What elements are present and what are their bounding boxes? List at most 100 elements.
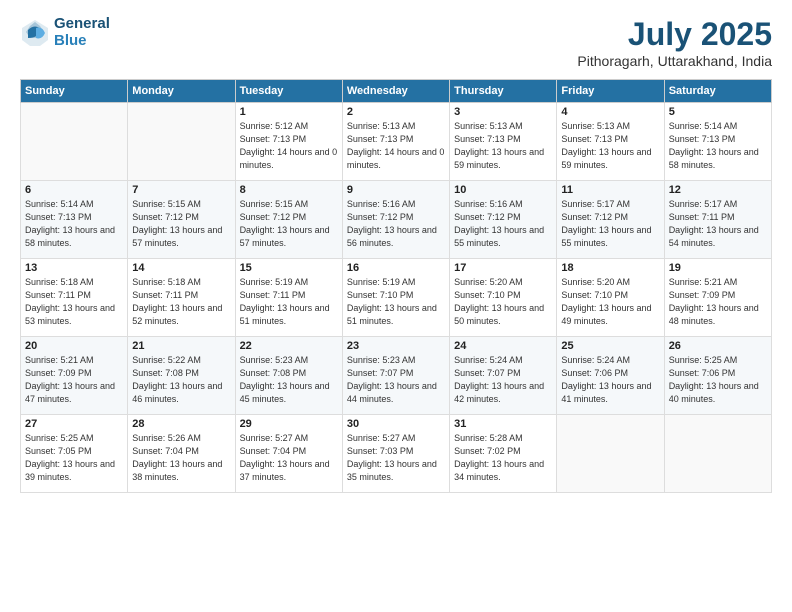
day-detail: Sunrise: 5:26 AMSunset: 7:04 PMDaylight:… bbox=[132, 432, 230, 484]
day-detail: Sunrise: 5:19 AMSunset: 7:10 PMDaylight:… bbox=[347, 276, 445, 328]
day-detail: Sunrise: 5:14 AMSunset: 7:13 PMDaylight:… bbox=[669, 120, 767, 172]
day-detail: Sunrise: 5:13 AMSunset: 7:13 PMDaylight:… bbox=[454, 120, 552, 172]
day-number: 20 bbox=[25, 340, 123, 352]
weekday-header-wednesday: Wednesday bbox=[342, 80, 449, 103]
day-number: 1 bbox=[240, 106, 338, 118]
day-number: 11 bbox=[561, 184, 659, 196]
day-detail: Sunrise: 5:23 AMSunset: 7:08 PMDaylight:… bbox=[240, 354, 338, 406]
page: General Blue July 2025 Pithoragarh, Utta… bbox=[0, 0, 792, 612]
month-title: July 2025 bbox=[577, 16, 772, 53]
weekday-header-thursday: Thursday bbox=[450, 80, 557, 103]
day-number: 12 bbox=[669, 184, 767, 196]
calendar-cell: 30Sunrise: 5:27 AMSunset: 7:03 PMDayligh… bbox=[342, 415, 449, 493]
calendar-cell: 27 Sunrise: 5:25 AMSunset: 7:05 PMDayligh… bbox=[21, 415, 128, 493]
day-detail: Sunrise: 5:25 AMSunset: 7:05 PMDaylight:… bbox=[25, 432, 123, 484]
calendar-cell: 4Sunrise: 5:13 AMSunset: 7:13 PMDaylight… bbox=[557, 103, 664, 181]
day-detail: Sunrise: 5:14 AMSunset: 7:13 PMDaylight:… bbox=[25, 198, 123, 250]
weekday-header-row: SundayMondayTuesdayWednesdayThursdayFrid… bbox=[21, 80, 772, 103]
day-number: 14 bbox=[132, 262, 230, 274]
logo-text: General Blue bbox=[54, 16, 110, 49]
week-row-3: 13 Sunrise: 5:18 AMSunset: 7:11 PMDayligh… bbox=[21, 259, 772, 337]
day-detail: Sunrise: 5:20 AMSunset: 7:10 PMDaylight:… bbox=[454, 276, 552, 328]
calendar-cell: 18 Sunrise: 5:20 AMSunset: 7:10 PMDayligh… bbox=[557, 259, 664, 337]
day-detail: Sunrise: 5:18 AMSunset: 7:11 PMDaylight:… bbox=[25, 276, 123, 328]
day-number: 2 bbox=[347, 106, 445, 118]
day-detail: Sunrise: 5:24 AMSunset: 7:06 PMDaylight:… bbox=[561, 354, 659, 406]
calendar-cell: 26 Sunrise: 5:25 AMSunset: 7:06 PMDayligh… bbox=[664, 337, 771, 415]
day-number: 29 bbox=[240, 418, 338, 430]
weekday-header-friday: Friday bbox=[557, 80, 664, 103]
day-number: 24 bbox=[454, 340, 552, 352]
day-number: 5 bbox=[669, 106, 767, 118]
day-detail: Sunrise: 5:25 AMSunset: 7:06 PMDaylight:… bbox=[669, 354, 767, 406]
header: General Blue July 2025 Pithoragarh, Utta… bbox=[20, 16, 772, 69]
calendar-cell: 29 Sunrise: 5:27 AMSunset: 7:04 PMDayligh… bbox=[235, 415, 342, 493]
day-detail: Sunrise: 5:18 AMSunset: 7:11 PMDaylight:… bbox=[132, 276, 230, 328]
calendar-cell: 15Sunrise: 5:19 AMSunset: 7:11 PMDayligh… bbox=[235, 259, 342, 337]
day-number: 10 bbox=[454, 184, 552, 196]
day-number: 22 bbox=[240, 340, 338, 352]
day-detail: Sunrise: 5:15 AMSunset: 7:12 PMDaylight:… bbox=[132, 198, 230, 250]
calendar-cell: 11 Sunrise: 5:17 AMSunset: 7:12 PMDayligh… bbox=[557, 181, 664, 259]
week-row-5: 27 Sunrise: 5:25 AMSunset: 7:05 PMDayligh… bbox=[21, 415, 772, 493]
day-number: 27 bbox=[25, 418, 123, 430]
calendar-cell: 12 Sunrise: 5:17 AMSunset: 7:11 PMDayligh… bbox=[664, 181, 771, 259]
weekday-header-monday: Monday bbox=[128, 80, 235, 103]
day-number: 3 bbox=[454, 106, 552, 118]
day-detail: Sunrise: 5:21 AMSunset: 7:09 PMDaylight:… bbox=[25, 354, 123, 406]
weekday-header-saturday: Saturday bbox=[664, 80, 771, 103]
day-detail: Sunrise: 5:23 AMSunset: 7:07 PMDaylight:… bbox=[347, 354, 445, 406]
day-detail: Sunrise: 5:17 AMSunset: 7:11 PMDaylight:… bbox=[669, 198, 767, 250]
day-number: 8 bbox=[240, 184, 338, 196]
day-number: 19 bbox=[669, 262, 767, 274]
day-number: 28 bbox=[132, 418, 230, 430]
calendar-cell bbox=[128, 103, 235, 181]
day-detail: Sunrise: 5:24 AMSunset: 7:07 PMDaylight:… bbox=[454, 354, 552, 406]
calendar-cell: 1 Sunrise: 5:12 AMSunset: 7:13 PMDaylight… bbox=[235, 103, 342, 181]
location-subtitle: Pithoragarh, Uttarakhand, India bbox=[577, 53, 772, 69]
calendar-cell: 28 Sunrise: 5:26 AMSunset: 7:04 PMDayligh… bbox=[128, 415, 235, 493]
calendar-cell: 17 Sunrise: 5:20 AMSunset: 7:10 PMDayligh… bbox=[450, 259, 557, 337]
day-detail: Sunrise: 5:17 AMSunset: 7:12 PMDaylight:… bbox=[561, 198, 659, 250]
day-number: 30 bbox=[347, 418, 445, 430]
day-number: 9 bbox=[347, 184, 445, 196]
day-detail: Sunrise: 5:13 AMSunset: 7:13 PMDaylight:… bbox=[347, 120, 445, 172]
day-detail: Sunrise: 5:21 AMSunset: 7:09 PMDaylight:… bbox=[669, 276, 767, 328]
calendar-cell: 22 Sunrise: 5:23 AMSunset: 7:08 PMDayligh… bbox=[235, 337, 342, 415]
calendar-cell: 9Sunrise: 5:16 AMSunset: 7:12 PMDaylight… bbox=[342, 181, 449, 259]
day-number: 25 bbox=[561, 340, 659, 352]
day-number: 23 bbox=[347, 340, 445, 352]
calendar-cell: 31Sunrise: 5:28 AMSunset: 7:02 PMDayligh… bbox=[450, 415, 557, 493]
calendar-cell: 5 Sunrise: 5:14 AMSunset: 7:13 PMDaylight… bbox=[664, 103, 771, 181]
day-detail: Sunrise: 5:12 AMSunset: 7:13 PMDaylight:… bbox=[240, 120, 338, 172]
day-detail: Sunrise: 5:27 AMSunset: 7:04 PMDaylight:… bbox=[240, 432, 338, 484]
calendar-cell: 3 Sunrise: 5:13 AMSunset: 7:13 PMDaylight… bbox=[450, 103, 557, 181]
day-number: 7 bbox=[132, 184, 230, 196]
day-detail: Sunrise: 5:19 AMSunset: 7:11 PMDaylight:… bbox=[240, 276, 338, 328]
calendar-cell: 23 Sunrise: 5:23 AMSunset: 7:07 PMDayligh… bbox=[342, 337, 449, 415]
title-block: July 2025 Pithoragarh, Uttarakhand, Indi… bbox=[577, 16, 772, 69]
calendar-cell: 2 Sunrise: 5:13 AMSunset: 7:13 PMDaylight… bbox=[342, 103, 449, 181]
day-number: 18 bbox=[561, 262, 659, 274]
logo-icon bbox=[20, 18, 50, 48]
calendar-cell: 25 Sunrise: 5:24 AMSunset: 7:06 PMDayligh… bbox=[557, 337, 664, 415]
calendar-cell: 21Sunrise: 5:22 AMSunset: 7:08 PMDayligh… bbox=[128, 337, 235, 415]
calendar-cell: 6Sunrise: 5:14 AMSunset: 7:13 PMDaylight… bbox=[21, 181, 128, 259]
week-row-2: 6Sunrise: 5:14 AMSunset: 7:13 PMDaylight… bbox=[21, 181, 772, 259]
calendar-table: SundayMondayTuesdayWednesdayThursdayFrid… bbox=[20, 79, 772, 493]
day-detail: Sunrise: 5:20 AMSunset: 7:10 PMDaylight:… bbox=[561, 276, 659, 328]
day-number: 13 bbox=[25, 262, 123, 274]
day-number: 17 bbox=[454, 262, 552, 274]
calendar-cell: 16 Sunrise: 5:19 AMSunset: 7:10 PMDayligh… bbox=[342, 259, 449, 337]
day-number: 16 bbox=[347, 262, 445, 274]
week-row-1: 1 Sunrise: 5:12 AMSunset: 7:13 PMDaylight… bbox=[21, 103, 772, 181]
weekday-header-sunday: Sunday bbox=[21, 80, 128, 103]
weekday-header-tuesday: Tuesday bbox=[235, 80, 342, 103]
calendar-cell: 8 Sunrise: 5:15 AMSunset: 7:12 PMDaylight… bbox=[235, 181, 342, 259]
day-detail: Sunrise: 5:15 AMSunset: 7:12 PMDaylight:… bbox=[240, 198, 338, 250]
day-detail: Sunrise: 5:22 AMSunset: 7:08 PMDaylight:… bbox=[132, 354, 230, 406]
calendar-cell: 10Sunrise: 5:16 AMSunset: 7:12 PMDayligh… bbox=[450, 181, 557, 259]
day-number: 26 bbox=[669, 340, 767, 352]
calendar-cell: 19 Sunrise: 5:21 AMSunset: 7:09 PMDayligh… bbox=[664, 259, 771, 337]
calendar-cell: 7 Sunrise: 5:15 AMSunset: 7:12 PMDaylight… bbox=[128, 181, 235, 259]
